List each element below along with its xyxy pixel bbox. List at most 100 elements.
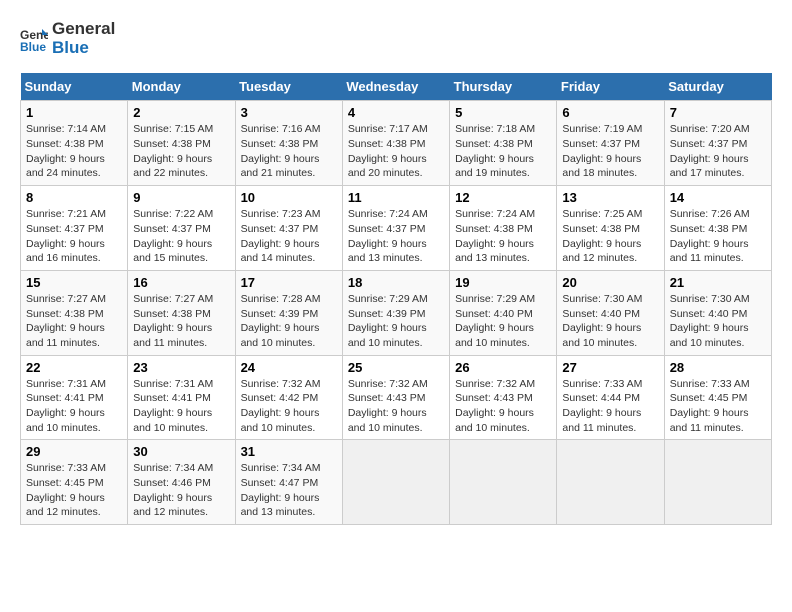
day-number: 10 [241,190,337,205]
day-number: 13 [562,190,658,205]
day-cell: 20Sunrise: 7:30 AMSunset: 4:40 PMDayligh… [557,270,664,355]
day-info: Sunrise: 7:30 AMSunset: 4:40 PMDaylight:… [562,292,658,351]
day-info: Sunrise: 7:24 AMSunset: 4:38 PMDaylight:… [455,207,551,266]
day-number: 23 [133,360,229,375]
day-number: 15 [26,275,122,290]
day-cell [342,440,449,525]
day-number: 19 [455,275,551,290]
day-info: Sunrise: 7:29 AMSunset: 4:40 PMDaylight:… [455,292,551,351]
day-cell: 4 Sunrise: 7:17 AMSunset: 4:38 PMDaylight… [342,101,449,186]
day-number: 1 [26,105,122,120]
day-info: Sunrise: 7:33 AMSunset: 4:45 PMDaylight:… [670,377,766,436]
day-info: Sunrise: 7:27 AMSunset: 4:38 PMDaylight:… [133,292,229,351]
day-cell: 5Sunrise: 7:18 AMSunset: 4:38 PMDaylight… [450,101,557,186]
day-cell: 30 Sunrise: 7:34 AMSunset: 4:46 PMDayligh… [128,440,235,525]
day-info: Sunrise: 7:20 AMSunset: 4:37 PMDaylight:… [670,122,766,181]
day-cell: 28 Sunrise: 7:33 AMSunset: 4:45 PMDayligh… [664,355,771,440]
day-cell: 15 Sunrise: 7:27 AMSunset: 4:38 PMDayligh… [21,270,128,355]
day-number: 2 [133,105,229,120]
day-number: 27 [562,360,658,375]
header-cell-tuesday: Tuesday [235,73,342,101]
day-number: 25 [348,360,444,375]
day-number: 16 [133,275,229,290]
day-number: 11 [348,190,444,205]
day-number: 24 [241,360,337,375]
day-number: 30 [133,444,229,459]
day-cell: 11 Sunrise: 7:24 AMSunset: 4:37 PMDayligh… [342,186,449,271]
day-info: Sunrise: 7:33 AMSunset: 4:44 PMDaylight:… [562,377,658,436]
day-info: Sunrise: 7:31 AMSunset: 4:41 PMDaylight:… [133,377,229,436]
header-cell-sunday: Sunday [21,73,128,101]
week-row-4: 22Sunrise: 7:31 AMSunset: 4:41 PMDayligh… [21,355,772,440]
day-number: 29 [26,444,122,459]
day-number: 28 [670,360,766,375]
day-info: Sunrise: 7:24 AMSunset: 4:37 PMDaylight:… [348,207,444,266]
day-number: 18 [348,275,444,290]
day-number: 14 [670,190,766,205]
day-cell: 18 Sunrise: 7:29 AMSunset: 4:39 PMDayligh… [342,270,449,355]
day-cell: 7 Sunrise: 7:20 AMSunset: 4:37 PMDaylight… [664,101,771,186]
day-cell: 16 Sunrise: 7:27 AMSunset: 4:38 PMDayligh… [128,270,235,355]
day-number: 7 [670,105,766,120]
day-number: 31 [241,444,337,459]
day-info: Sunrise: 7:27 AMSunset: 4:38 PMDaylight:… [26,292,122,351]
logo: General Blue General Blue [20,20,115,57]
week-row-3: 15 Sunrise: 7:27 AMSunset: 4:38 PMDayligh… [21,270,772,355]
day-info: Sunrise: 7:32 AMSunset: 4:43 PMDaylight:… [455,377,551,436]
day-cell: 29 Sunrise: 7:33 AMSunset: 4:45 PMDayligh… [21,440,128,525]
header-cell-wednesday: Wednesday [342,73,449,101]
day-info: Sunrise: 7:32 AMSunset: 4:43 PMDaylight:… [348,377,444,436]
day-info: Sunrise: 7:29 AMSunset: 4:39 PMDaylight:… [348,292,444,351]
day-cell: 1Sunrise: 7:14 AMSunset: 4:38 PMDaylight… [21,101,128,186]
day-info: Sunrise: 7:34 AMSunset: 4:46 PMDaylight:… [133,461,229,520]
day-number: 17 [241,275,337,290]
day-number: 4 [348,105,444,120]
day-info: Sunrise: 7:16 AMSunset: 4:38 PMDaylight:… [241,122,337,181]
day-info: Sunrise: 7:22 AMSunset: 4:37 PMDaylight:… [133,207,229,266]
day-cell: 12 Sunrise: 7:24 AMSunset: 4:38 PMDayligh… [450,186,557,271]
day-info: Sunrise: 7:21 AMSunset: 4:37 PMDaylight:… [26,207,122,266]
day-number: 26 [455,360,551,375]
day-cell: 13 Sunrise: 7:25 AMSunset: 4:38 PMDayligh… [557,186,664,271]
header-cell-saturday: Saturday [664,73,771,101]
day-info: Sunrise: 7:28 AMSunset: 4:39 PMDaylight:… [241,292,337,351]
day-cell: 21Sunrise: 7:30 AMSunset: 4:40 PMDayligh… [664,270,771,355]
day-cell: 6 Sunrise: 7:19 AMSunset: 4:37 PMDaylight… [557,101,664,186]
day-info: Sunrise: 7:34 AMSunset: 4:47 PMDaylight:… [241,461,337,520]
week-row-1: 1Sunrise: 7:14 AMSunset: 4:38 PMDaylight… [21,101,772,186]
day-cell: 2 Sunrise: 7:15 AMSunset: 4:38 PMDaylight… [128,101,235,186]
day-info: Sunrise: 7:15 AMSunset: 4:38 PMDaylight:… [133,122,229,181]
day-cell: 19 Sunrise: 7:29 AMSunset: 4:40 PMDayligh… [450,270,557,355]
header-row: SundayMondayTuesdayWednesdayThursdayFrid… [21,73,772,101]
header-cell-thursday: Thursday [450,73,557,101]
day-info: Sunrise: 7:30 AMSunset: 4:40 PMDaylight:… [670,292,766,351]
calendar-table: SundayMondayTuesdayWednesdayThursdayFrid… [20,73,772,525]
day-cell: 22Sunrise: 7:31 AMSunset: 4:41 PMDayligh… [21,355,128,440]
day-number: 3 [241,105,337,120]
logo-icon: General Blue [20,25,48,53]
header-cell-monday: Monday [128,73,235,101]
day-info: Sunrise: 7:25 AMSunset: 4:38 PMDaylight:… [562,207,658,266]
logo-line1: General [52,20,115,39]
day-cell: 27 Sunrise: 7:33 AMSunset: 4:44 PMDayligh… [557,355,664,440]
day-info: Sunrise: 7:23 AMSunset: 4:37 PMDaylight:… [241,207,337,266]
day-info: Sunrise: 7:17 AMSunset: 4:38 PMDaylight:… [348,122,444,181]
day-info: Sunrise: 7:26 AMSunset: 4:38 PMDaylight:… [670,207,766,266]
week-row-5: 29 Sunrise: 7:33 AMSunset: 4:45 PMDayligh… [21,440,772,525]
day-cell: 3 Sunrise: 7:16 AMSunset: 4:38 PMDaylight… [235,101,342,186]
day-cell: 10 Sunrise: 7:23 AMSunset: 4:37 PMDayligh… [235,186,342,271]
day-number: 8 [26,190,122,205]
day-number: 12 [455,190,551,205]
day-cell [450,440,557,525]
day-cell: 17 Sunrise: 7:28 AMSunset: 4:39 PMDayligh… [235,270,342,355]
day-info: Sunrise: 7:33 AMSunset: 4:45 PMDaylight:… [26,461,122,520]
day-cell: 14 Sunrise: 7:26 AMSunset: 4:38 PMDayligh… [664,186,771,271]
day-cell: 9 Sunrise: 7:22 AMSunset: 4:37 PMDaylight… [128,186,235,271]
logo-line2: Blue [52,39,115,58]
day-info: Sunrise: 7:32 AMSunset: 4:42 PMDaylight:… [241,377,337,436]
day-number: 9 [133,190,229,205]
day-info: Sunrise: 7:19 AMSunset: 4:37 PMDaylight:… [562,122,658,181]
day-number: 6 [562,105,658,120]
svg-text:Blue: Blue [20,40,46,53]
header-cell-friday: Friday [557,73,664,101]
